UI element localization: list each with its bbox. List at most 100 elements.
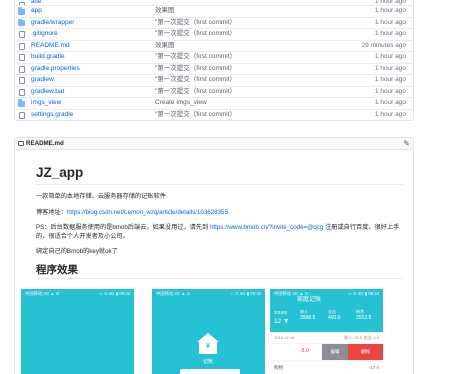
- bind-key-paragraph: 绑定自己的Bmob的key就ok了: [36, 248, 118, 255]
- screenshot-gallery: 中国移动 4G ▲ ⊙ ☆ ⊙ 4G ▮ 09:32 中国移动 4G ▲ ⊙ ☆ ⊙…: [21, 289, 387, 374]
- date-row: 2019-12-16 收入: 20.0 支出: 0.0: [270, 333, 383, 343]
- file-icon: [19, 77, 25, 84]
- status-left: 中国移动 4G ▲ ⊙: [25, 291, 60, 296]
- file-icon: [19, 31, 25, 38]
- file-icon: [19, 111, 25, 119]
- file-name-link[interactable]: build.gradle: [31, 52, 65, 63]
- month-selector[interactable]: 12 ▼: [274, 318, 289, 325]
- commit-message-link[interactable]: "第一次提交（first commit）: [155, 110, 236, 121]
- stat-value: 400.0: [328, 315, 341, 321]
- file-row[interactable]: settings.gradle "第一次提交（first commit） 1 hou…: [15, 108, 413, 121]
- delete-button[interactable]: 删除: [348, 344, 383, 360]
- file-name-link[interactable]: ase: [31, 0, 41, 5]
- commit-age: 1 hour ago: [374, 7, 406, 14]
- file-row[interactable]: gradlew.bat "第一次提交（first commit） 1 hour ag…: [15, 85, 413, 98]
- status-right: ☆ ⊙ 4G ▮ 09:32: [347, 291, 379, 296]
- blog-link[interactable]: https://blog.csdn.net/Lemon_wzq/article/…: [67, 209, 228, 216]
- file-row[interactable]: gradle/wrapper "第一次提交（first commit） 1 hour…: [15, 16, 413, 29]
- file-name-link[interactable]: gradlew: [31, 75, 54, 86]
- file-row[interactable]: app 效果图 1 hour ago: [15, 5, 413, 17]
- edit-pencil-icon[interactable]: ✎: [403, 138, 410, 149]
- commit-message-link[interactable]: "第一次提交（first commit）: [155, 18, 236, 29]
- file-icon: [19, 65, 25, 73]
- commit-message-link[interactable]: "第一次提交（first commit）: [155, 29, 236, 40]
- file-row[interactable]: gradlew "第一次提交（first commit） 1 hour ago: [15, 74, 413, 86]
- file-icon: [19, 88, 25, 96]
- file-name-link[interactable]: app: [31, 6, 42, 17]
- commit-message-link[interactable]: "第一次提交（first commit）: [155, 52, 236, 63]
- commit-age: 1 hour ago: [374, 110, 406, 118]
- file-row[interactable]: README.md 效果图 29 minutes ago: [15, 39, 413, 52]
- readme-header-title: README.md: [26, 140, 64, 147]
- record-category: 购物: [274, 365, 283, 370]
- file-name-link[interactable]: README.md: [31, 41, 70, 52]
- blog-paragraph: 博客地址：https://blog.csdn.net/Lemon_wzq/art…: [36, 209, 403, 218]
- file-name-link[interactable]: .gitignore: [31, 29, 58, 40]
- file-icon: [19, 54, 25, 61]
- home-header: 中国移动 4G ▲ ⊙ ☆ ⊙ 4G ▮ 09:32 家庭记账 2019年 12 …: [270, 289, 383, 332]
- commit-message-link[interactable]: 效果图: [155, 6, 175, 17]
- status-bar: 中国移动 4G ▲ ⊙ ☆ ⊙ 4G ▮ 09:32: [152, 289, 265, 298]
- file-name-link[interactable]: imgs_view: [31, 98, 61, 109]
- file-row[interactable]: .gitignore "第一次提交（first commit） 1 hour ago: [15, 28, 413, 40]
- splash-screenshot: 中国移动 4G ▲ ⊙ ☆ ⊙ 4G ▮ 09:32: [21, 289, 134, 374]
- record-row[interactable]: 购物 -17.0: [270, 362, 383, 374]
- stat-label: 支出: [328, 309, 336, 314]
- file-name-link[interactable]: gradle.properties: [31, 64, 80, 75]
- readme-body: JZ_app 一款简单的本地存储、云服务器存储的记账软件 博客地址：https:…: [36, 165, 403, 279]
- app-logo: ¥: [197, 333, 219, 355]
- commit-age: 29 minutes ago: [361, 41, 406, 49]
- folder-icon: [18, 7, 25, 15]
- file-list: ase 1 hour ago app 效果图 1 hour ago gradle/wrap…: [14, 0, 414, 121]
- status-right: ☆ ⊙ 4G ▮ 09:32: [229, 291, 261, 296]
- stat-value: 3998.5: [300, 315, 316, 321]
- login-screenshot: 中国移动 4G ▲ ⊙ ☆ ⊙ 4G ▮ 09:32 ¥ 记账: [152, 289, 265, 374]
- stat-value: 3553.5: [356, 315, 372, 321]
- commit-message-link[interactable]: "第一次提交（first commit）: [155, 87, 236, 98]
- commit-age: 1 hour ago: [374, 30, 406, 37]
- file-icon: [19, 42, 25, 50]
- readme-title: JZ_app: [36, 165, 403, 185]
- file-row[interactable]: imgs_view Create imgs_view 1 hour ago: [15, 97, 413, 109]
- file-row[interactable]: gradle.properties "第一次提交（first commit） 1 h…: [15, 62, 413, 75]
- home-screenshot: 中国移动 4G ▲ ⊙ ☆ ⊙ 4G ▮ 09:32 家庭记账 2019年 12 …: [270, 289, 383, 374]
- ps-text-before: PS：后台数据服务使用的是bmob后端云，如果没用过，请先到: [36, 224, 209, 231]
- stat-label: 结余: [356, 309, 364, 314]
- bmob-link[interactable]: https://www.bmob.cn/?invite_code=@qcg: [210, 224, 323, 231]
- yuan-symbol: ¥: [206, 343, 210, 350]
- record-amount: -17.0: [368, 365, 379, 370]
- year-label: 2019年: [274, 310, 288, 315]
- file-name-link[interactable]: settings.gradle: [31, 110, 73, 121]
- ps-paragraph: PS：后台数据服务使用的是bmob后端云，如果没用过，请先到 https://w…: [36, 224, 403, 241]
- login-button[interactable]: [180, 369, 240, 374]
- stat-block: 收入 3998.5: [300, 309, 315, 321]
- file-row[interactable]: build.gradle "第一次提交（first commit） 1 hour a…: [15, 51, 413, 63]
- commit-age: 1 hour ago: [374, 99, 406, 106]
- commit-age: 1 hour ago: [374, 76, 406, 83]
- folder-icon: [18, 18, 25, 26]
- commit-message-link[interactable]: 效果图: [155, 41, 175, 52]
- commit-age: 1 hour ago: [374, 18, 406, 26]
- edit-button[interactable]: 编辑: [322, 344, 348, 360]
- section-heading: 程序效果: [36, 264, 403, 279]
- swiped-record-row: -8.0 编辑 删除: [270, 344, 383, 360]
- commit-message-link[interactable]: "第一次提交（first commit）: [155, 75, 236, 86]
- status-bar: 中国移动 4G ▲ ⊙ ☆ ⊙ 4G ▮ 09:32: [21, 289, 134, 298]
- readme-description: 一款简单的本地存储、云服务器存储的记账软件: [36, 193, 166, 200]
- file-name-link[interactable]: gradle/wrapper: [31, 18, 74, 29]
- date-summary: 收入: 20.0 支出: 0.0: [344, 335, 379, 340]
- commit-age: 1 hour ago: [374, 64, 406, 72]
- date-label: 2019-12-16: [274, 335, 295, 340]
- stat-label: 收入: [300, 309, 308, 314]
- commit-message-link[interactable]: Create imgs_view: [155, 98, 207, 109]
- folder-icon: [18, 99, 25, 107]
- status-left: 中国移动 4G ▲ ⊙: [156, 291, 191, 296]
- record-amount: -8.0: [300, 348, 309, 354]
- commit-message-link[interactable]: "第一次提交（first commit）: [155, 64, 236, 75]
- file-name-link[interactable]: gradlew.bat: [31, 87, 64, 98]
- status-right: ☆ ⊙ 4G ▮ 09:32: [98, 291, 130, 296]
- readme-header: README.md ✎: [15, 138, 413, 150]
- blog-label: 博客地址：: [36, 208, 67, 216]
- commit-age: 1 hour ago: [374, 0, 406, 5]
- commit-age: 1 hour ago: [374, 87, 406, 95]
